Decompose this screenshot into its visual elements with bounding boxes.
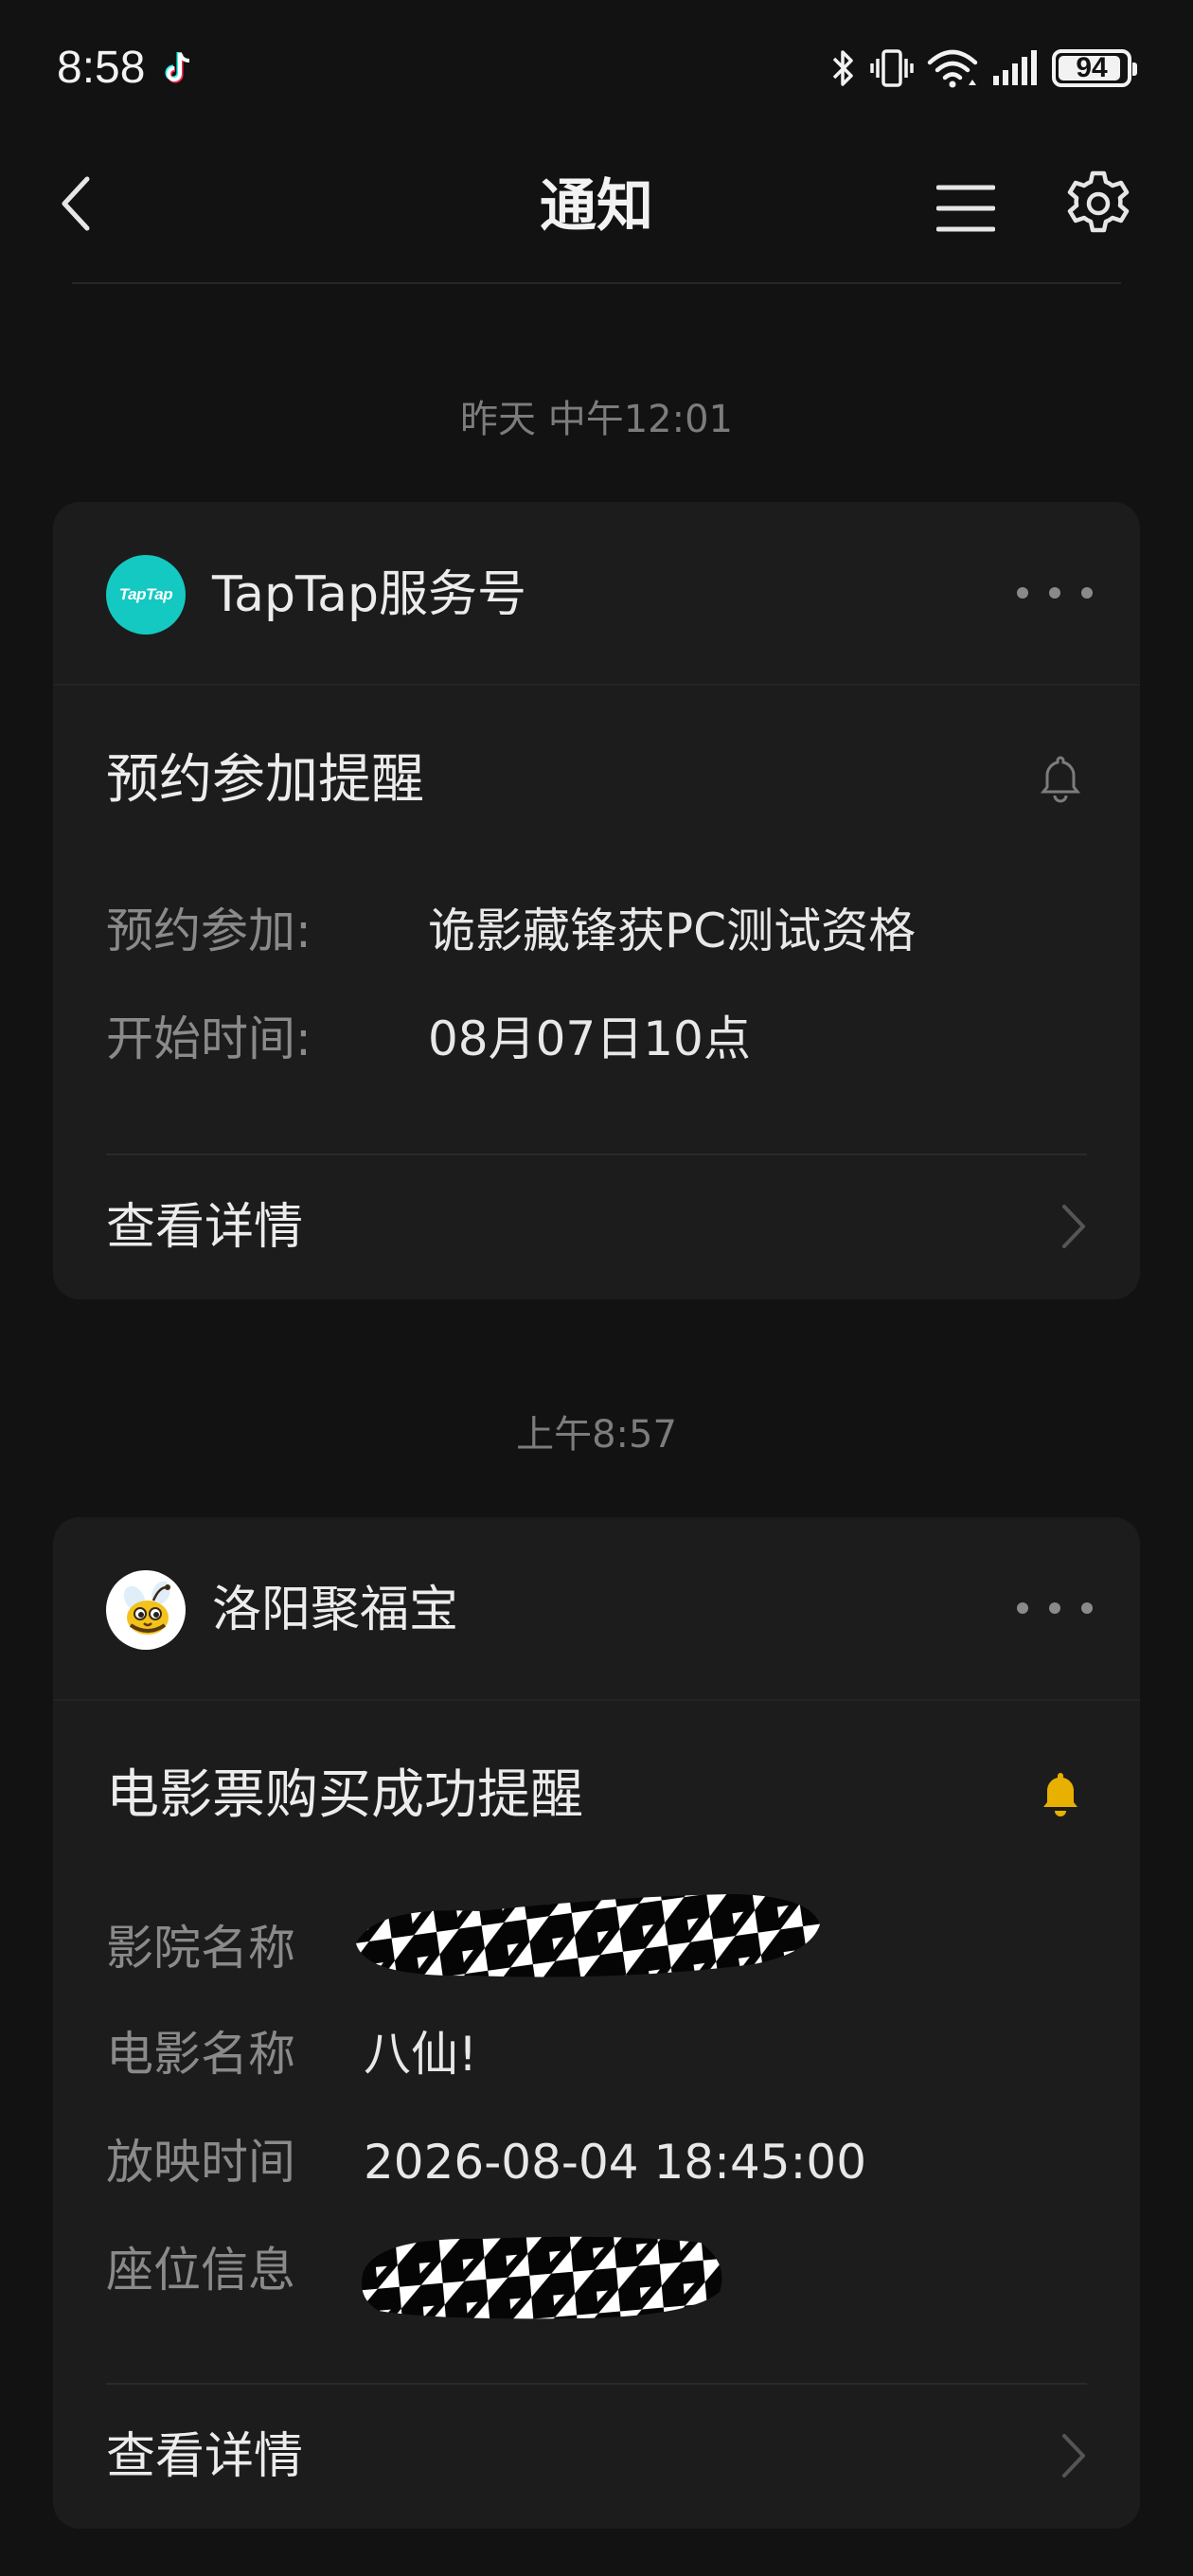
menu-button[interactable] <box>928 170 1004 246</box>
taptap-logo: TapTap <box>118 585 173 603</box>
notification-title: 预约参加提醒 <box>106 749 424 811</box>
page-title: 通知 <box>540 173 653 240</box>
field-value: 诡影藏锋获PC测试资格 <box>428 903 917 958</box>
chevron-right-icon <box>1062 2434 1085 2478</box>
card-header: 洛阳聚福宝 <box>53 1517 1140 1701</box>
status-icons: 94 <box>830 42 1137 95</box>
notification-card: 洛阳聚福宝 电影票购买成功提醒 影院名称 电影名称 八仙! 放映时间 2026-… <box>53 1517 1140 2529</box>
vibrate-icon <box>870 49 914 87</box>
settings-icon <box>1067 170 1130 233</box>
battery-icon: 94 <box>1052 49 1137 87</box>
tiktok-icon <box>165 52 190 83</box>
view-details-label: 查看详情 <box>106 2428 304 2485</box>
bee-mascot-avatar[interactable] <box>106 1570 186 1650</box>
notification-timestamp: 昨天 中午12:01 <box>460 398 733 441</box>
battery-level: 94 <box>1076 52 1108 83</box>
more-dot <box>1017 1602 1028 1614</box>
more-dot <box>1081 587 1093 599</box>
more-button[interactable] <box>1017 574 1093 612</box>
settings-button[interactable] <box>1060 166 1136 242</box>
field-label: 开始时间: <box>106 1011 312 1066</box>
redacted-seat-info <box>362 2236 722 2319</box>
field-value: 08月07日10点 <box>428 1011 751 1066</box>
field-label: 放映时间 <box>106 2135 295 2190</box>
status-bar: 8:58 94 <box>0 0 1193 133</box>
view-details-link[interactable]: 查看详情 <box>53 1155 1140 1297</box>
bell-filled-icon[interactable] <box>1034 1767 1087 1820</box>
more-button[interactable] <box>1017 1589 1093 1627</box>
more-dot <box>1049 1602 1060 1614</box>
notification-title: 电影票购买成功提醒 <box>106 1764 583 1826</box>
status-time: 8:58 <box>57 43 146 93</box>
view-details-link[interactable]: 查看详情 <box>53 2385 1140 2527</box>
notification-card: TapTap TapTap服务号 预约参加提醒 预约参加: 诡影藏锋获PC测试资… <box>53 502 1140 1299</box>
view-details-label: 查看详情 <box>106 1199 304 1256</box>
nav-divider <box>72 282 1121 284</box>
field-value: 2026-08-04 18:45:00 <box>364 2135 867 2190</box>
bluetooth-icon <box>832 50 853 86</box>
signal-icon <box>993 50 1037 85</box>
sender-name[interactable]: 洛阳聚福宝 <box>212 1572 458 1648</box>
wifi-icon <box>927 49 978 88</box>
sender-name[interactable]: TapTap服务号 <box>212 557 526 633</box>
notification-timestamp: 上午8:57 <box>516 1413 677 1457</box>
chevron-right-icon <box>1062 1205 1085 1248</box>
bell-outline-icon[interactable] <box>1034 752 1087 805</box>
more-dot <box>1081 1602 1093 1614</box>
redacted-cinema-name <box>356 1894 820 1977</box>
field-value: 八仙! <box>364 2027 478 2082</box>
more-dot <box>1017 587 1028 599</box>
field-label: 影院名称 <box>106 1921 295 1976</box>
nav-bar: 通知 <box>0 133 1193 284</box>
field-label: 电影名称 <box>106 2027 295 2082</box>
field-label: 预约参加: <box>106 903 312 958</box>
bee-mascot-icon <box>123 1581 170 1635</box>
taptap-avatar[interactable]: TapTap <box>106 555 186 635</box>
more-dot <box>1049 587 1060 599</box>
field-label: 座位信息 <box>106 2243 295 2298</box>
card-header: TapTap TapTap服务号 <box>53 502 1140 686</box>
menu-icon <box>936 185 995 232</box>
